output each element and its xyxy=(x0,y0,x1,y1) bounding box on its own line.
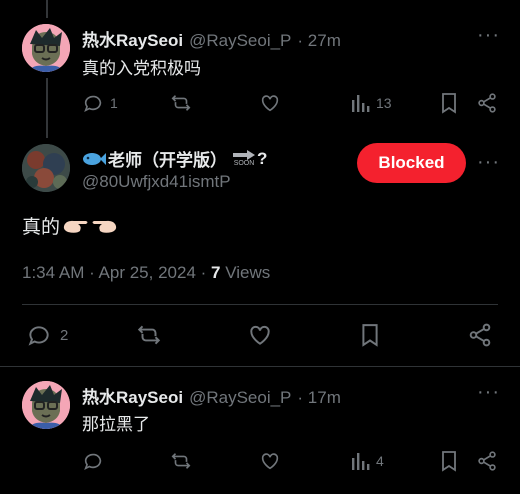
timestamp-text[interactable]: 1:34 AM · Apr 25, 2024 · xyxy=(22,263,211,282)
retweet-icon xyxy=(171,95,191,111)
retweet-button[interactable] xyxy=(136,322,162,348)
bookmark-icon xyxy=(442,93,456,114)
like-button[interactable] xyxy=(259,92,281,114)
soon-label: SOON xyxy=(233,160,255,167)
reply-button[interactable]: 2 xyxy=(26,322,68,348)
reply-icon xyxy=(84,453,102,471)
post-text: 那拉黑了 xyxy=(82,415,150,434)
retweet-icon xyxy=(171,453,191,469)
pointing-hands-icon xyxy=(63,220,117,233)
avatar-image xyxy=(22,24,70,72)
author-name[interactable]: 热水RaySeoi xyxy=(82,26,183,51)
reply-button[interactable]: 1 xyxy=(82,92,118,114)
more-icon[interactable]: ··· xyxy=(477,381,500,404)
retweet-button[interactable] xyxy=(170,92,192,114)
retweet-icon xyxy=(137,325,161,345)
thread-line-1 xyxy=(46,78,48,138)
views-button[interactable]: 4 xyxy=(350,450,384,472)
author-name[interactable]: 老师（开学版） xyxy=(108,146,227,171)
share-icon xyxy=(478,451,496,471)
heart-icon xyxy=(250,325,270,345)
retweet-button[interactable] xyxy=(170,450,192,472)
more-icon[interactable]: ··· xyxy=(477,151,500,174)
reply-icon xyxy=(28,326,49,346)
more-icon[interactable]: ··· xyxy=(477,24,500,47)
blocked-button[interactable]: Blocked xyxy=(357,143,466,183)
views-count: 13 xyxy=(376,95,392,111)
views-label: Views xyxy=(220,263,271,282)
author-handle[interactable]: @RaySeoi_P xyxy=(189,388,291,408)
views-icon xyxy=(352,95,370,112)
thread-line-top xyxy=(46,0,48,18)
bookmark-icon xyxy=(442,451,456,472)
share-icon xyxy=(469,323,491,347)
views-icon xyxy=(352,453,370,470)
author-handle[interactable]: @RaySeoi_P xyxy=(189,31,291,51)
share-button[interactable] xyxy=(476,450,498,472)
post-time[interactable]: · 27m xyxy=(297,31,340,51)
post-timestamp: 1:34 AM · Apr 25, 2024 · 7 Views xyxy=(22,263,270,283)
post-text: 真的入党积极吗 xyxy=(82,59,201,78)
like-button[interactable] xyxy=(247,322,273,348)
share-button[interactable] xyxy=(476,92,498,114)
divider xyxy=(22,304,498,305)
views-count: 4 xyxy=(376,453,384,469)
author-handle[interactable]: @80Uwfjxd41ismtP xyxy=(82,172,231,192)
bookmark-button[interactable] xyxy=(439,92,459,114)
bookmark-icon xyxy=(362,324,378,347)
avatar[interactable] xyxy=(22,144,70,192)
divider xyxy=(0,366,520,367)
avatar[interactable] xyxy=(22,381,70,429)
author-name[interactable]: 热水RaySeoi xyxy=(82,383,183,408)
heart-icon xyxy=(261,95,279,112)
share-button[interactable] xyxy=(467,322,493,348)
views-button[interactable]: 13 xyxy=(350,92,392,114)
avatar-image xyxy=(22,381,70,429)
post-time[interactable]: · 17m xyxy=(297,388,340,408)
share-icon xyxy=(478,93,496,113)
reply-count: 2 xyxy=(60,326,69,344)
avatar-image xyxy=(22,144,70,192)
reply-count: 1 xyxy=(110,95,118,111)
reply-button[interactable] xyxy=(82,450,104,472)
fish-icon xyxy=(83,152,106,165)
heart-icon xyxy=(261,453,279,470)
author-name-suffix: ? xyxy=(257,148,268,168)
bookmark-button[interactable] xyxy=(359,322,381,348)
soon-arrow-icon: SOON xyxy=(233,150,255,167)
bookmark-button[interactable] xyxy=(439,450,459,472)
reply-icon xyxy=(84,95,102,113)
avatar[interactable] xyxy=(22,24,70,72)
like-button[interactable] xyxy=(259,450,281,472)
post-text: 真的 xyxy=(22,217,61,238)
